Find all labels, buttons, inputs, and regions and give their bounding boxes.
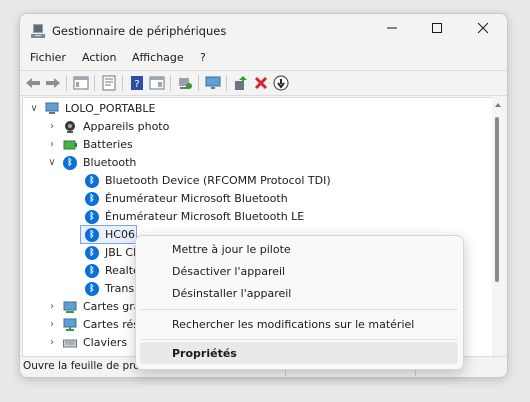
chevron-right-icon[interactable]: › xyxy=(47,136,57,154)
disable-download-icon xyxy=(273,75,289,91)
menu-help[interactable]: ? xyxy=(200,51,206,64)
minimize-button[interactable] xyxy=(372,14,412,46)
close-icon xyxy=(477,22,489,34)
context-uninstall-device[interactable]: Désinstaller l'appareil xyxy=(172,287,291,300)
tree-category-label: Batteries xyxy=(83,138,133,151)
forward-arrow-icon xyxy=(46,78,60,88)
menu-bar: Fichier Action Affichage ? xyxy=(20,48,507,70)
tree-device-label: Énumérateur Microsoft Bluetooth xyxy=(105,192,288,205)
monitor-icon xyxy=(205,76,221,89)
context-separator xyxy=(140,309,458,310)
window-title: Gestionnaire de périphériques xyxy=(52,24,227,38)
tree-category-label: Claviers xyxy=(83,336,128,349)
tree-root-label: LOLO_PORTABLE xyxy=(65,102,156,115)
toolbar-separator xyxy=(198,75,199,91)
chevron-right-icon[interactable]: › xyxy=(47,298,57,316)
computer-icon xyxy=(45,102,59,114)
help-book-icon: ? xyxy=(131,76,143,90)
toolbar-separator xyxy=(66,75,67,91)
bluetooth-icon: ᛒ xyxy=(63,156,77,170)
chevron-down-icon[interactable]: ∨ xyxy=(29,100,39,118)
view-pane-icon xyxy=(149,76,165,90)
tree-category-label: Cartes rés xyxy=(83,318,140,331)
scan-hardware-button[interactable] xyxy=(176,74,194,92)
uninstall-device-button[interactable] xyxy=(252,74,270,92)
help-toolbar-button[interactable]: ? xyxy=(128,74,146,92)
context-properties[interactable]: Propriétés xyxy=(172,347,237,360)
properties-toolbar-button[interactable] xyxy=(100,74,118,92)
bluetooth-icon: ᛒ xyxy=(85,246,99,260)
bluetooth-icon: ᛒ xyxy=(85,174,99,188)
menu-affichage[interactable]: Affichage xyxy=(132,51,184,64)
maximize-button[interactable] xyxy=(417,14,457,46)
bluetooth-icon: ᛒ xyxy=(85,192,99,206)
toolbar-separator xyxy=(122,75,123,91)
back-arrow-icon xyxy=(26,78,40,88)
tree-device-item[interactable]: ᛒ Énumérateur Microsoft Bluetooth xyxy=(85,190,485,208)
vertical-scrollbar[interactable] xyxy=(492,97,504,355)
menu-fichier[interactable]: Fichier xyxy=(30,51,66,64)
properties-sheet-icon xyxy=(102,75,116,91)
toolbar-separator xyxy=(94,75,95,91)
scan-hardware-icon xyxy=(179,78,192,89)
close-button[interactable] xyxy=(463,14,503,46)
menu-action[interactable]: Action xyxy=(82,51,116,64)
tree-category-label: Bluetooth xyxy=(83,156,137,169)
tree-device-label: Énumérateur Microsoft Bluetooth LE xyxy=(105,210,305,223)
chevron-right-icon[interactable]: › xyxy=(47,334,57,352)
tree-category-label: Cartes gra xyxy=(83,300,141,313)
view-toolbar-button[interactable] xyxy=(148,74,166,92)
bluetooth-icon: ᛒ xyxy=(85,264,99,278)
context-scan-hardware-changes[interactable]: Rechercher les modifications sur le maté… xyxy=(172,318,414,331)
forward-button[interactable] xyxy=(44,74,62,92)
tree-category-batteries[interactable]: › Batteries xyxy=(47,136,347,154)
bluetooth-icon: ᛒ xyxy=(85,210,99,224)
tree-category-bluetooth[interactable]: ∨ ᛒ Bluetooth xyxy=(47,154,347,172)
toolbar-separator xyxy=(226,75,227,91)
chevron-down-icon[interactable]: ∨ xyxy=(47,154,57,172)
chevron-right-icon[interactable]: › xyxy=(47,118,57,136)
chevron-right-icon[interactable]: › xyxy=(47,316,57,334)
show-hide-console-tree-button[interactable] xyxy=(72,74,90,92)
bluetooth-icon: ᛒ xyxy=(85,228,99,242)
context-separator xyxy=(140,339,458,340)
back-button[interactable] xyxy=(24,74,42,92)
tree-category-appareils-photo[interactable]: › Appareils photo xyxy=(47,118,347,136)
status-text: Ouvre la feuille de pro xyxy=(23,360,140,372)
tree-device-item[interactable]: ᛒ Énumérateur Microsoft Bluetooth LE xyxy=(85,208,485,226)
update-driver-button[interactable] xyxy=(232,74,250,92)
tree-device-label: JBL Cl xyxy=(105,246,137,259)
scrollbar-thumb[interactable] xyxy=(495,117,499,282)
maximize-icon xyxy=(432,23,442,33)
display-adapter-icon xyxy=(63,301,77,313)
tree-root[interactable]: ∨ LOLO_PORTABLE xyxy=(29,100,329,118)
tree-category-label: Appareils photo xyxy=(83,120,170,133)
svg-text:?: ? xyxy=(134,79,139,90)
context-menu: Mettre à jour le pilote Désactiver l'app… xyxy=(135,235,464,370)
delete-x-icon xyxy=(254,76,268,90)
toolbar-separator xyxy=(170,75,171,91)
disable-device-button[interactable] xyxy=(272,74,290,92)
toolbar: ? xyxy=(20,70,507,96)
minimize-icon xyxy=(387,27,397,29)
tree-device-label: Bluetooth Device (RFCOMM Protocol TDI) xyxy=(105,174,331,187)
battery-icon xyxy=(63,140,77,150)
device-manager-app-icon xyxy=(31,24,45,38)
console-tree-icon xyxy=(73,76,89,90)
title-bar: Gestionnaire de périphériques xyxy=(20,14,507,48)
tree-device-item[interactable]: ᛒ Bluetooth Device (RFCOMM Protocol TDI) xyxy=(85,172,485,190)
context-disable-device[interactable]: Désactiver l'appareil xyxy=(172,265,285,278)
network-adapter-icon xyxy=(63,318,77,331)
tree-device-label: HC06 xyxy=(105,228,135,241)
context-update-driver[interactable]: Mettre à jour le pilote xyxy=(172,243,291,256)
monitor-toolbar-button[interactable] xyxy=(204,74,222,92)
scroll-up-arrow-icon[interactable] xyxy=(492,100,504,110)
update-driver-icon xyxy=(235,76,247,90)
bluetooth-icon: ᛒ xyxy=(85,282,99,296)
keyboard-icon xyxy=(63,339,77,348)
camera-icon xyxy=(65,121,75,133)
